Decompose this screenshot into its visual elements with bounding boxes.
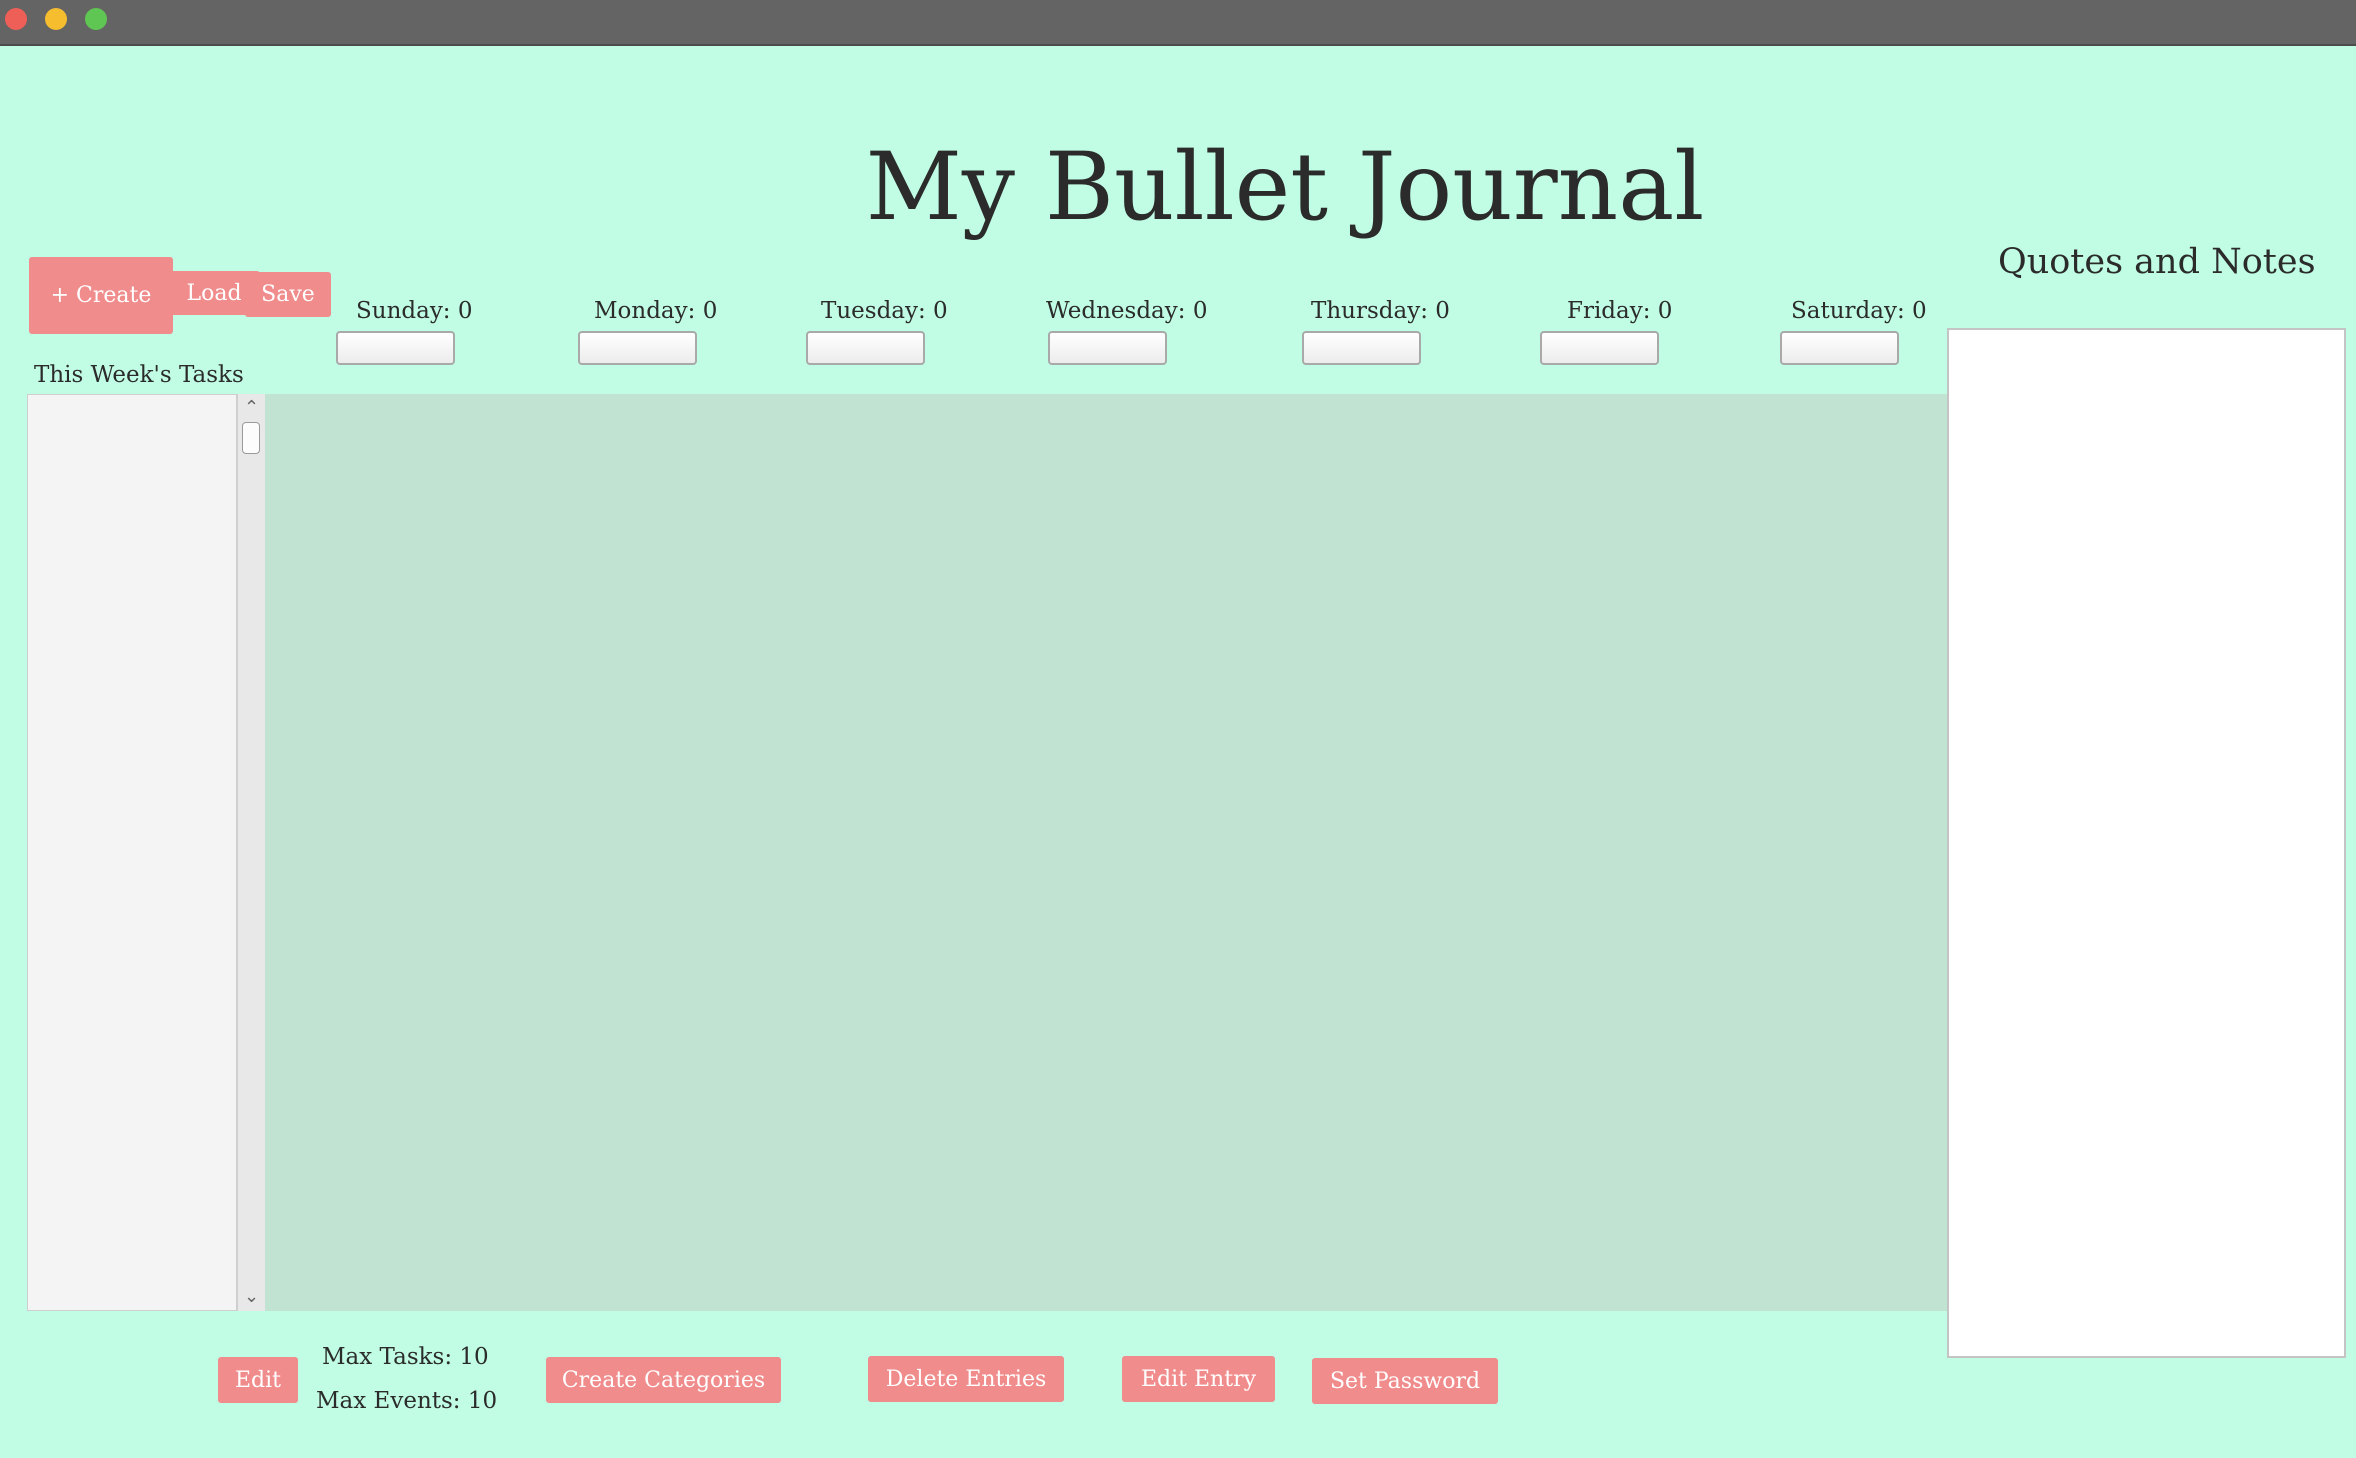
delete-entries-button[interactable]: Delete Entries <box>868 1356 1064 1402</box>
scroll-up-icon[interactable]: ⌃ <box>238 398 265 418</box>
day-input-wednesday[interactable] <box>1048 331 1167 365</box>
day-input-monday[interactable] <box>578 331 697 365</box>
max-tasks-label: Max Tasks: 10 <box>322 1344 489 1370</box>
create-button[interactable]: + Create <box>29 257 173 334</box>
day-label-wednesday: Wednesday: 0 <box>1046 298 1208 324</box>
app-title: My Bullet Journal <box>865 133 1705 242</box>
scroll-down-icon[interactable]: ⌄ <box>238 1287 265 1307</box>
window-minimize-icon[interactable] <box>45 8 67 30</box>
window-close-icon[interactable] <box>5 8 27 30</box>
day-label-thursday: Thursday: 0 <box>1311 298 1450 324</box>
day-label-saturday: Saturday: 0 <box>1791 298 1927 324</box>
save-button[interactable]: Save <box>245 272 331 317</box>
create-categories-button[interactable]: Create Categories <box>546 1357 781 1403</box>
set-password-button[interactable]: Set Password <box>1312 1358 1498 1404</box>
task-list-scrollbar[interactable]: ⌃ ⌄ <box>237 394 265 1311</box>
day-label-tuesday: Tuesday: 0 <box>821 298 948 324</box>
day-label-friday: Friday: 0 <box>1567 298 1673 324</box>
edit-entry-button[interactable]: Edit Entry <box>1122 1356 1275 1402</box>
day-label-monday: Monday: 0 <box>594 298 718 324</box>
tasks-heading: This Week's Tasks <box>34 362 244 388</box>
window-maximize-icon[interactable] <box>85 8 107 30</box>
max-events-label: Max Events: 10 <box>316 1388 498 1414</box>
day-label-sunday: Sunday: 0 <box>356 298 473 324</box>
notes-textarea[interactable] <box>1947 328 2346 1358</box>
calendar-area[interactable] <box>265 394 1947 1311</box>
task-list[interactable] <box>27 394 237 1311</box>
day-input-saturday[interactable] <box>1780 331 1899 365</box>
day-input-friday[interactable] <box>1540 331 1659 365</box>
day-input-tuesday[interactable] <box>806 331 925 365</box>
day-input-thursday[interactable] <box>1302 331 1421 365</box>
day-input-sunday[interactable] <box>336 331 455 365</box>
notes-heading: Quotes and Notes <box>1998 242 2316 282</box>
scroll-thumb[interactable] <box>242 422 260 454</box>
window-titlebar <box>0 0 2356 46</box>
edit-button[interactable]: Edit <box>218 1357 298 1403</box>
